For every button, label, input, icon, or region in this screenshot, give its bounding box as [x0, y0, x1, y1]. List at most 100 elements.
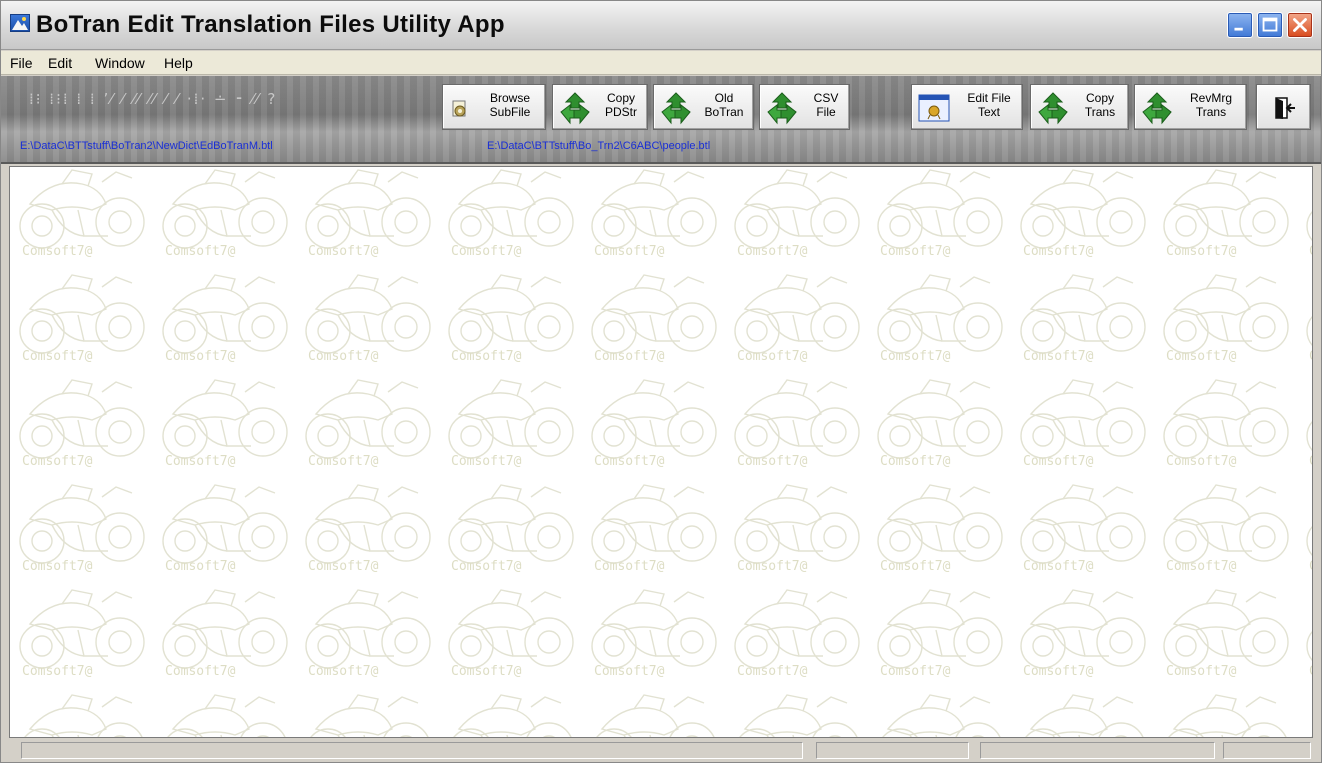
watermark-tile: Comsoft7@	[1013, 269, 1156, 374]
title-bar[interactable]: BoTran Edit Translation Files Utility Ap…	[1, 1, 1321, 50]
recycle-icon	[767, 92, 797, 125]
watermark-text: Comsoft7@	[594, 349, 665, 364]
watermark-tile: Comsoft7@	[727, 269, 870, 374]
watermark-text: Comsoft7@	[880, 244, 951, 259]
watermark-text: Comsoft7@	[308, 664, 379, 679]
motorcycle-sidecar-icon	[596, 694, 715, 737]
copy-trans-button[interactable]: Copy Trans	[1030, 84, 1129, 130]
watermark-text: Comsoft7@	[880, 559, 951, 574]
status-panel-3	[980, 742, 1215, 759]
watermark-tile: Comsoft7@	[441, 479, 584, 584]
edit-file-text-button[interactable]: Edit File Text	[911, 84, 1023, 130]
watermark-tile: Comsoft7@	[441, 689, 584, 737]
watermark-text: Comsoft7@	[594, 664, 665, 679]
watermark-tile: Comsoft7@	[155, 689, 298, 737]
close-button[interactable]	[1287, 12, 1313, 38]
browse-subfile-button[interactable]: Browse SubFile	[442, 84, 546, 130]
watermark-tile: Comsoft7@	[727, 479, 870, 584]
watermark-text: Comsoft7@	[22, 244, 93, 259]
maximize-button[interactable]	[1257, 12, 1283, 38]
watermark-tile: Comsoft7@	[441, 374, 584, 479]
recycle-icon	[1142, 92, 1172, 125]
watermark-tile: Comsoft7@	[870, 479, 1013, 584]
menu-window[interactable]: Window	[95, 55, 145, 71]
right-file-path: E:\DataC\BTTstuff\Bo_Trn2\C6ABC\people.b…	[487, 140, 711, 152]
minimize-button[interactable]	[1227, 12, 1253, 38]
motorcycle-sidecar-icon	[1168, 694, 1287, 737]
watermark-text: Comsoft7@	[880, 454, 951, 469]
left-file-path: E:\DataC\BTTstuff\BoTran2\NewDict\EdBoTr…	[20, 140, 273, 152]
old-botran-button[interactable]: Old BoTran	[653, 84, 754, 130]
watermark-text: Comsoft7@	[737, 349, 808, 364]
recycle-icon	[1038, 92, 1068, 125]
csv-file-button[interactable]: CSV File	[759, 84, 850, 130]
watermark-tile: Comsoft7@	[870, 269, 1013, 374]
copy-pdstr-button[interactable]: Copy PDStr	[552, 84, 648, 130]
watermark-tile: Comsoft7@	[584, 269, 727, 374]
watermark-text: Comsoft7@	[1309, 349, 1312, 364]
motorcycle-sidecar-icon	[1311, 735, 1312, 737]
watermark-tile: Comsoft7@	[12, 689, 155, 737]
watermark-tile: Comsoft7@	[298, 584, 441, 689]
watermark-text: Comsoft7@	[308, 349, 379, 364]
menu-file[interactable]: File	[10, 55, 33, 71]
watermark-tile: Comsoft7@	[870, 374, 1013, 479]
watermark-tile: Comsoft7@	[727, 689, 870, 737]
watermark-tile: Comsoft7@	[727, 374, 870, 479]
window-edit-icon	[918, 94, 950, 122]
disabled-tool-icons: ⁞⁝ ⁞⁝⁞ ⁞ ⁞ ʼ⁄ ⁄ ⁄⁄ ⁄⁄ ⁄ ⁄ ·⁞· ∸ ⁃ ⁄⁄ ?	[29, 90, 278, 108]
watermark-text: Comsoft7@	[451, 559, 522, 574]
copy-pdstr-label: Copy PDStr	[604, 91, 637, 119]
watermark-tile: Comsoft7@	[1156, 269, 1299, 374]
landscape-icon	[10, 14, 30, 32]
watermark-tile: Comsoft7@	[870, 167, 1013, 269]
watermark-tile: Comsoft7@	[584, 584, 727, 689]
watermark-tile: Comsoft7@	[12, 374, 155, 479]
menu-edit[interactable]: Edit	[48, 55, 72, 71]
watermark-text: Comsoft7@	[165, 664, 236, 679]
watermark-tile: Comsoft7@	[584, 479, 727, 584]
watermark-text: Comsoft7@	[737, 454, 808, 469]
watermark-tile: Comsoft7@	[1013, 479, 1156, 584]
window-title: BoTran Edit Translation Files Utility Ap…	[36, 11, 505, 38]
watermark-tile: Comsoft7@	[298, 374, 441, 479]
watermark-tile: Comsoft7@	[1013, 584, 1156, 689]
exit-button[interactable]	[1256, 84, 1311, 130]
watermark-tile: Comsoft7@	[155, 167, 298, 269]
motorcycle-sidecar-icon	[453, 694, 572, 737]
watermark-tile: Comsoft7@	[584, 167, 727, 269]
menu-help[interactable]: Help	[164, 55, 193, 71]
revmrg-trans-button[interactable]: RevMrg Trans	[1134, 84, 1247, 130]
watermark-tile: Comsoft7@	[1299, 269, 1312, 374]
watermark-text: Comsoft7@	[1023, 664, 1094, 679]
watermark-tile: Comsoft7@	[1299, 167, 1312, 269]
watermark-tile: Comsoft7@	[870, 689, 1013, 737]
watermark-tile: Comsoft7@	[1013, 374, 1156, 479]
watermark-tile: Comsoft7@	[155, 584, 298, 689]
watermark-text: Comsoft7@	[165, 244, 236, 259]
close-icon	[1293, 18, 1307, 32]
motorcycle-sidecar-icon	[739, 694, 858, 737]
status-bar	[1, 739, 1321, 762]
watermark-text: Comsoft7@	[880, 349, 951, 364]
watermark-text: Comsoft7@	[451, 454, 522, 469]
watermark-tile: Comsoft7@	[870, 584, 1013, 689]
watermark-text: Comsoft7@	[165, 349, 236, 364]
mdi-client-area[interactable]: Comsoft7@ Comsoft7@ Comsoft7@ Comsoft7@ Coms…	[9, 166, 1313, 738]
watermark-tile: Comsoft7@	[727, 167, 870, 269]
watermark-tile: Comsoft7@	[727, 584, 870, 689]
watermark-tile: Comsoft7@	[155, 479, 298, 584]
toolbar: ⁞⁝ ⁞⁝⁞ ⁞ ⁞ ʼ⁄ ⁄ ⁄⁄ ⁄⁄ ⁄ ⁄ ·⁞· ∸ ⁃ ⁄⁄ ? B…	[1, 76, 1321, 164]
watermark-tile: Comsoft7@	[12, 479, 155, 584]
watermark-text: Comsoft7@	[22, 559, 93, 574]
watermark-tile: Comsoft7@	[1299, 689, 1312, 737]
watermark-tile: Comsoft7@	[1156, 167, 1299, 269]
watermark-text: Comsoft7@	[451, 664, 522, 679]
exit-door-icon	[1275, 97, 1295, 119]
watermark-tile: Comsoft7@	[1156, 479, 1299, 584]
watermark-text: Comsoft7@	[1309, 664, 1312, 679]
watermark-text: Comsoft7@	[451, 244, 522, 259]
watermark-tile: Comsoft7@	[298, 269, 441, 374]
watermark-tile: Comsoft7@	[12, 584, 155, 689]
watermark-tile: Comsoft7@	[298, 689, 441, 737]
